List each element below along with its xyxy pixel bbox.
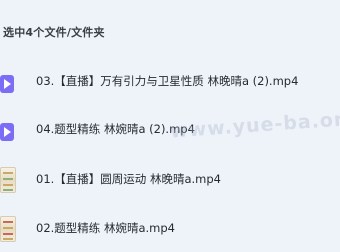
file-selection-panel: 选中4个文件/文件夹 03.【直播】万有引力与卫星性质 林晚晴a (2).mp4… (0, 0, 340, 252)
video-file-icon (0, 117, 18, 141)
file-row[interactable]: 02.题型精练 林婉晴a.mp4 (0, 213, 340, 243)
file-name: 03.【直播】万有引力与卫星性质 林晚晴a (2).mp4 (36, 74, 299, 88)
file-name: 01.【直播】圆周运动 林晚晴a.mp4 (36, 172, 221, 186)
file-row[interactable]: 03.【直播】万有引力与卫星性质 林晚晴a (2).mp4 (0, 66, 340, 96)
file-name: 02.题型精练 林婉晴a.mp4 (36, 221, 175, 235)
video-thumbnail-icon (0, 167, 18, 193)
selection-summary: 选中4个文件/文件夹 (3, 26, 105, 39)
file-row[interactable]: 01.【直播】圆周运动 林晚晴a.mp4 (0, 164, 340, 194)
video-file-icon (0, 69, 18, 93)
video-thumbnail-icon (0, 216, 18, 242)
